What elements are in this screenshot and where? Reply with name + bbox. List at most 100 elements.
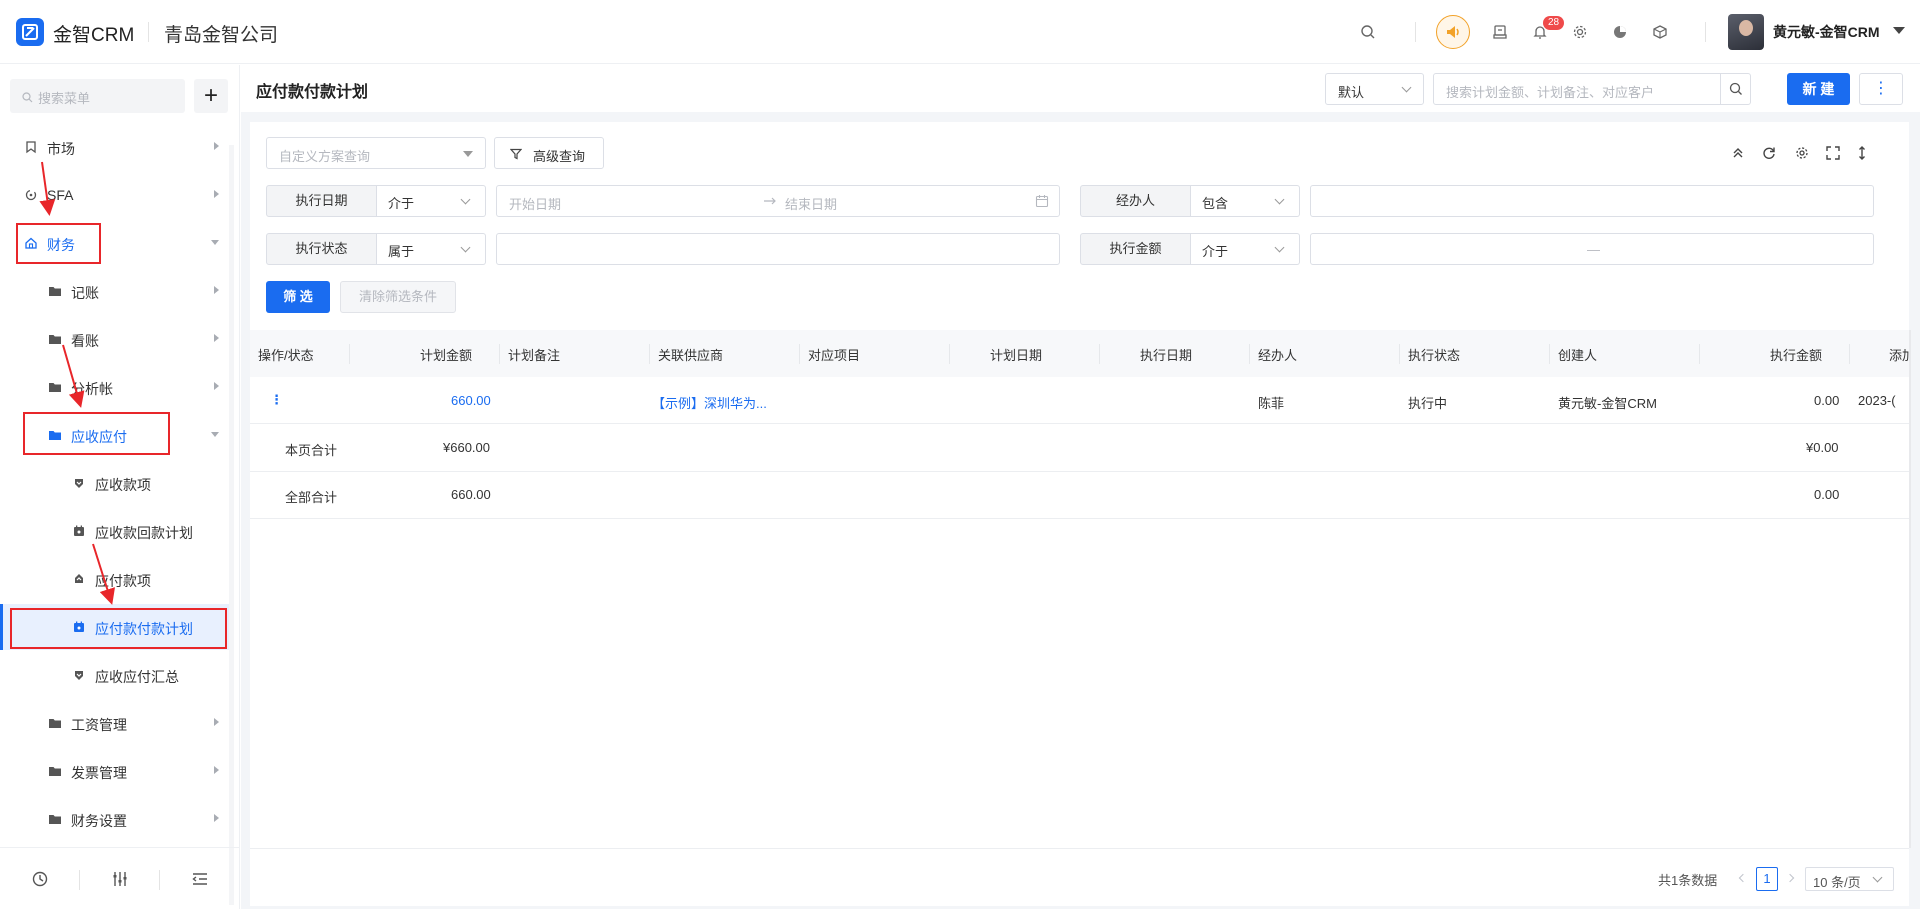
fullscreen-icon[interactable] <box>1825 145 1841 161</box>
exec-date-range-input[interactable]: 开始日期 结束日期 <box>496 185 1060 217</box>
column-divider[interactable] <box>499 344 500 364</box>
plan-amount-link[interactable]: 660.00 <box>451 393 491 408</box>
view-select-value: 默认 <box>1338 85 1365 100</box>
scheme-select[interactable]: 自定义方案查询 <box>266 137 486 169</box>
operator-value: 包含 <box>1202 196 1229 211</box>
chevron-down-icon <box>1274 242 1285 253</box>
operator-value: 介于 <box>1202 244 1229 259</box>
range-separator: — <box>1587 242 1600 257</box>
annotation-arrow <box>39 161 56 216</box>
chevron-down-icon <box>460 242 471 253</box>
column-header-supplier[interactable]: 关联供应商 <box>658 345 723 364</box>
scheme-placeholder: 自定义方案查询 <box>279 149 371 164</box>
cube-icon[interactable] <box>1649 21 1671 43</box>
exec-status-input[interactable] <box>496 233 1060 265</box>
table-row[interactable] <box>250 377 1909 424</box>
filter-icon <box>510 148 522 160</box>
page-total-exec-amount: ¥0.00 <box>1806 440 1839 455</box>
page-title: 应付款付款计划 <box>256 84 369 101</box>
pagination-total: 共1条数据 <box>1658 873 1718 888</box>
handler-cell: 陈菲 <box>1258 396 1285 411</box>
supplier-link[interactable]: 【示例】深圳华为... <box>652 393 767 412</box>
column-header-project[interactable]: 对应项目 <box>808 345 860 364</box>
column-header-plan-note[interactable]: 计划备注 <box>508 345 560 364</box>
column-divider[interactable] <box>1849 344 1850 364</box>
annotation-arrows <box>39 161 116 605</box>
exec-status-label: 执行状态 <box>266 233 377 265</box>
divider <box>250 848 1909 849</box>
advanced-search-label: 高级查询 <box>533 149 586 164</box>
annotation-arrow <box>92 543 116 605</box>
arrow-right-icon <box>764 197 776 205</box>
exec-status-operator[interactable]: 属于 <box>377 233 486 265</box>
column-header-exec-status[interactable]: 执行状态 <box>1408 345 1460 364</box>
exec-amount-cell: 0.00 <box>1814 393 1840 408</box>
column-header-added[interactable]: 添加 <box>1889 345 1909 364</box>
collapse-up-icon[interactable] <box>1730 145 1746 161</box>
apply-filter-button[interactable]: 筛 选 <box>266 281 330 313</box>
column-header-exec-amount[interactable]: 执行金额 <box>1770 345 1822 364</box>
pie-chart-icon[interactable] <box>1609 21 1631 43</box>
more-actions-button[interactable]: ⋮ <box>1859 73 1903 105</box>
column-header-handler[interactable]: 经办人 <box>1258 345 1297 364</box>
search-icon[interactable] <box>1357 21 1379 43</box>
all-total-exec-amount: 0.00 <box>1814 487 1840 502</box>
table-row-all-total <box>250 472 1909 519</box>
all-total-plan-amount: 660.00 <box>451 487 491 502</box>
top-bar: 金智CRM 青岛金智公司 28 黄元敏-金智CRM <box>0 0 1920 64</box>
handler-operator[interactable]: 包含 <box>1191 185 1300 217</box>
operator-value: 介于 <box>388 196 415 211</box>
page-number-current[interactable]: 1 <box>1756 867 1778 891</box>
clear-filter-button[interactable]: 清除筛选条件 <box>340 281 456 313</box>
row-height-icon[interactable] <box>1854 145 1870 161</box>
divider <box>1705 22 1706 42</box>
column-divider[interactable] <box>349 344 350 364</box>
megaphone-icon[interactable] <box>1436 15 1470 49</box>
exec-amount-operator[interactable]: 介于 <box>1191 233 1300 265</box>
table-row-page-total <box>250 425 1909 472</box>
inbox-icon[interactable] <box>1489 21 1511 43</box>
column-divider[interactable] <box>799 344 800 364</box>
divider <box>1415 22 1416 42</box>
all-total-label: 全部合计 <box>285 490 338 505</box>
search-icon[interactable] <box>1720 74 1750 104</box>
status-cell: 执行中 <box>1408 396 1448 411</box>
creator-cell: 黄元敏-金智CRM <box>1558 396 1657 411</box>
handler-input[interactable] <box>1310 185 1874 217</box>
view-select[interactable]: 默认 <box>1325 73 1424 105</box>
column-divider[interactable] <box>1099 344 1100 364</box>
exec-amount-label: 执行金额 <box>1080 233 1191 265</box>
column-header-creator[interactable]: 创建人 <box>1558 345 1597 364</box>
plan-search-input[interactable]: 搜索计划金额、计划备注、对应客户 <box>1433 73 1751 105</box>
column-divider[interactable] <box>1249 344 1250 364</box>
user-dropdown-icon[interactable] <box>1893 27 1905 34</box>
column-divider[interactable] <box>1399 344 1400 364</box>
exec-date-label: 执行日期 <box>266 185 377 217</box>
advanced-search-button[interactable]: 高级查询 <box>494 137 604 169</box>
operator-value: 属于 <box>388 244 415 259</box>
page-total-label: 本页合计 <box>285 443 338 458</box>
row-actions-icon[interactable]: ⋮ <box>270 392 283 408</box>
column-header-action[interactable]: 操作/状态 <box>258 345 314 364</box>
calendar-icon <box>1035 195 1049 208</box>
avatar[interactable] <box>1728 14 1764 50</box>
caret-down-icon <box>463 151 473 157</box>
column-divider[interactable] <box>1549 344 1550 364</box>
exec-amount-range-input[interactable]: — <box>1310 233 1874 265</box>
page-size-select[interactable]: 10 条/页 <box>1805 867 1894 891</box>
gear-icon[interactable] <box>1569 21 1591 43</box>
user-name[interactable]: 黄元敏-金智CRM <box>1773 22 1880 42</box>
added-cell: 2023-( <box>1858 393 1896 408</box>
column-header-plan-amount[interactable]: 计划金额 <box>420 345 472 364</box>
refresh-icon[interactable] <box>1761 145 1777 161</box>
exec-date-operator[interactable]: 介于 <box>377 185 486 217</box>
column-divider[interactable] <box>949 344 950 364</box>
new-button[interactable]: 新 建 <box>1787 73 1850 105</box>
column-divider[interactable] <box>1699 344 1700 364</box>
column-header-plan-date[interactable]: 计划日期 <box>990 345 1042 364</box>
column-header-exec-date[interactable]: 执行日期 <box>1140 345 1192 364</box>
chevron-down-icon <box>460 194 471 205</box>
column-divider[interactable] <box>649 344 650 364</box>
gear-icon[interactable] <box>1794 145 1810 161</box>
table-scrollbar[interactable] <box>1909 330 1911 848</box>
